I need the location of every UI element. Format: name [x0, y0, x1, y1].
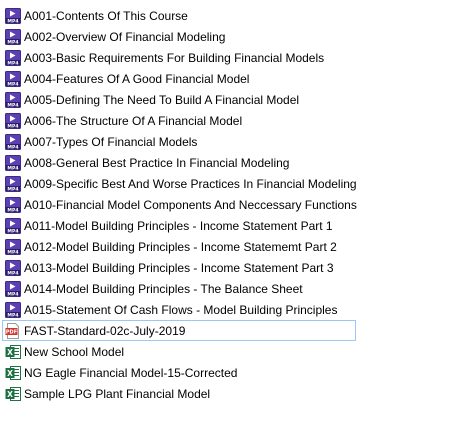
- file-name: A010-Financial Model Components And Necc…: [24, 197, 357, 212]
- file-name: FAST-Standard-02c-July-2019: [24, 323, 186, 338]
- file-name: A003-Basic Requirements For Building Fin…: [24, 50, 325, 65]
- excel-icon: X: [5, 365, 21, 381]
- file-item[interactable]: X New School Model: [2, 341, 456, 362]
- svg-text:X: X: [7, 390, 13, 399]
- svg-text:MP4: MP4: [7, 81, 18, 87]
- svg-text:MP4: MP4: [7, 228, 18, 234]
- svg-text:MP4: MP4: [7, 186, 18, 192]
- file-item[interactable]: MP4 A014-Model Building Principles - The …: [2, 278, 456, 299]
- file-item[interactable]: MP4 A005-Defining The Need To Build A Fin…: [2, 89, 456, 110]
- file-item[interactable]: MP4 A009-Specific Best And Worse Practice…: [2, 173, 456, 194]
- svg-text:MP4: MP4: [7, 291, 18, 297]
- excel-icon: X: [5, 344, 21, 360]
- file-name: A004-Features Of A Good Financial Model: [24, 71, 250, 86]
- file-name: A015-Statement Of Cash Flows - Model Bui…: [24, 302, 338, 317]
- svg-text:MP4: MP4: [7, 39, 18, 45]
- file-item[interactable]: MP4 A012-Model Building Principles - Inco…: [2, 236, 456, 257]
- svg-text:MP4: MP4: [7, 207, 18, 213]
- mp4-icon: MP4: [5, 133, 21, 150]
- excel-icon: X: [5, 386, 21, 402]
- svg-text:MP4: MP4: [7, 60, 18, 66]
- svg-text:MP4: MP4: [7, 18, 18, 24]
- file-item-focused[interactable]: PDF FAST-Standard-02c-July-2019: [2, 320, 356, 341]
- pdf-icon: PDF: [5, 322, 21, 339]
- file-name: A011-Model Building Principles - Income …: [24, 218, 333, 233]
- svg-text:X: X: [7, 369, 13, 378]
- svg-text:PDF: PDF: [6, 329, 17, 335]
- file-item[interactable]: MP4 A015-Statement Of Cash Flows - Model …: [2, 299, 456, 320]
- file-item[interactable]: MP4 A002-Overview Of Financial Modeling: [2, 26, 456, 47]
- file-name: A007-Types Of Financial Models: [24, 134, 198, 149]
- file-name: A008-General Best Practice In Financial …: [24, 155, 290, 170]
- mp4-icon: MP4: [5, 301, 21, 318]
- svg-text:MP4: MP4: [7, 312, 18, 318]
- mp4-icon: MP4: [5, 217, 21, 234]
- svg-text:MP4: MP4: [7, 270, 18, 276]
- file-name: A013-Model Building Principles - Income …: [24, 260, 334, 275]
- file-item[interactable]: MP4 A013-Model Building Principles - Inco…: [2, 257, 456, 278]
- mp4-icon: MP4: [5, 7, 21, 24]
- svg-text:MP4: MP4: [7, 123, 18, 129]
- svg-text:MP4: MP4: [7, 249, 18, 255]
- file-item[interactable]: X Sample LPG Plant Financial Model: [2, 383, 456, 404]
- mp4-icon: MP4: [5, 154, 21, 171]
- file-item[interactable]: MP4 A001-Contents Of This Course: [2, 5, 456, 26]
- file-name: A005-Defining The Need To Build A Financ…: [24, 92, 300, 107]
- file-item[interactable]: MP4 A004-Features Of A Good Financial Mod…: [2, 68, 456, 89]
- file-name: Sample LPG Plant Financial Model: [24, 386, 211, 401]
- mp4-icon: MP4: [5, 112, 21, 129]
- svg-text:MP4: MP4: [7, 144, 18, 150]
- mp4-icon: MP4: [5, 238, 21, 255]
- file-item[interactable]: MP4 A007-Types Of Financial Models: [2, 131, 456, 152]
- file-item[interactable]: MP4 A003-Basic Requirements For Building …: [2, 47, 456, 68]
- mp4-icon: MP4: [5, 28, 21, 45]
- mp4-icon: MP4: [5, 70, 21, 87]
- svg-text:X: X: [7, 348, 13, 357]
- mp4-icon: MP4: [5, 175, 21, 192]
- svg-text:MP4: MP4: [7, 165, 18, 171]
- file-name: New School Model: [24, 344, 125, 359]
- mp4-icon: MP4: [5, 49, 21, 66]
- svg-text:MP4: MP4: [7, 102, 18, 108]
- file-name: NG Eagle Financial Model-15-Corrected: [24, 365, 238, 380]
- file-list: MP4 A001-Contents Of This Course MP4 A002-…: [2, 5, 456, 404]
- file-item[interactable]: MP4 A010-Financial Model Components And N…: [2, 194, 456, 215]
- file-name: A002-Overview Of Financial Modeling: [24, 29, 226, 44]
- file-name: A009-Specific Best And Worse Practices I…: [24, 176, 357, 191]
- file-name: A001-Contents Of This Course: [24, 8, 188, 23]
- file-name: A012-Model Building Principles - Income …: [24, 239, 337, 254]
- mp4-icon: MP4: [5, 259, 21, 276]
- file-item[interactable]: MP4 A011-Model Building Principles - Inco…: [2, 215, 456, 236]
- file-item[interactable]: MP4 A006-The Structure Of A Financial Mod…: [2, 110, 456, 131]
- mp4-icon: MP4: [5, 280, 21, 297]
- file-item[interactable]: MP4 A008-General Best Practice In Financi…: [2, 152, 456, 173]
- file-name: A006-The Structure Of A Financial Model: [24, 113, 243, 128]
- mp4-icon: MP4: [5, 91, 21, 108]
- mp4-icon: MP4: [5, 196, 21, 213]
- file-name: A014-Model Building Principles - The Bal…: [24, 281, 303, 296]
- file-item[interactable]: X NG Eagle Financial Model-15-Corrected: [2, 362, 456, 383]
